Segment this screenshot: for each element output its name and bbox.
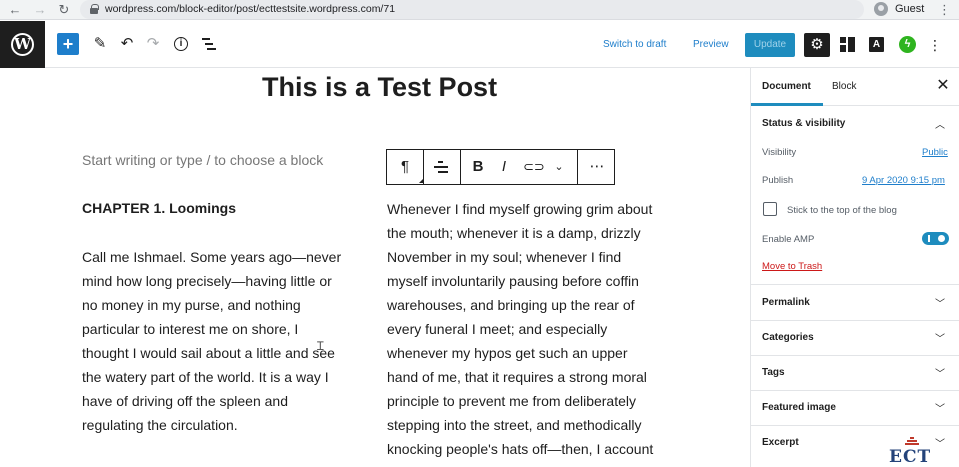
paragraph-line: particular to interest me on shore, I — [82, 321, 299, 337]
chevron-down-icon[interactable]: ﹀ — [934, 330, 946, 345]
panel-permalink[interactable]: Permalink — [762, 297, 810, 308]
settings-sidebar: Document Block ✕ Status & visibility ︿ V… — [750, 68, 959, 467]
link-icon[interactable]: ⊂⊃ — [523, 158, 545, 176]
section-divider — [751, 390, 959, 391]
sidebar-tabs: Document Block ✕ — [751, 68, 959, 106]
bold-button[interactable]: B — [470, 158, 486, 176]
visibility-label: Visibility — [762, 147, 797, 158]
paragraph-line: myself involuntarily pausing before coff… — [387, 273, 639, 289]
undo-icon[interactable]: ↶ — [116, 33, 138, 55]
wordpress-logo-button[interactable]: W — [0, 21, 45, 68]
browser-menu-icon[interactable]: ⋮ — [938, 1, 951, 19]
back-arrow-icon[interactable]: ← — [6, 1, 24, 19]
alignment-button[interactable] — [424, 150, 461, 184]
ect-logo-text: ECT — [889, 447, 932, 467]
amp-toggle[interactable] — [922, 232, 949, 245]
profile-avatar-icon — [874, 2, 888, 16]
sticky-checkbox[interactable] — [763, 202, 777, 216]
block-navigation-icon[interactable] — [202, 38, 216, 50]
paragraph-line: thought I would sail about a little and … — [82, 345, 335, 361]
settings-gear-icon[interactable]: ⚙ — [804, 33, 830, 57]
block-placeholder[interactable]: Start writing or type / to choose a bloc… — [82, 152, 323, 168]
panel-categories[interactable]: Categories — [762, 332, 814, 343]
browser-bar: ← → ↻ wordpress.com/block-editor/post/ec… — [0, 0, 959, 20]
close-icon[interactable]: ✕ — [936, 78, 950, 94]
align-text-icon — [434, 158, 450, 176]
wordpress-logo-icon: W — [11, 33, 34, 56]
block-toolbar: ¶ B I ⊂⊃ ⌄ ⋯ — [386, 149, 615, 185]
paragraph-block-right[interactable]: Whenever I find myself growing grim abou… — [387, 197, 653, 461]
preview-button[interactable]: Preview — [693, 39, 729, 50]
add-block-button[interactable]: + — [57, 33, 79, 55]
panel-tags[interactable]: Tags — [762, 367, 785, 378]
publish-date-link[interactable]: 9 Apr 2020 9:15 pm — [862, 175, 945, 186]
reload-icon[interactable]: ↻ — [55, 1, 73, 19]
paragraph-line: mind how long precisely—having little or — [82, 273, 332, 289]
publish-label: Publish — [762, 175, 794, 186]
chevron-down-icon[interactable]: ﹀ — [934, 295, 946, 310]
section-divider — [751, 425, 959, 426]
paragraph-line: no money in my purse, and nothing — [82, 297, 301, 313]
profile-button[interactable]: Guest — [872, 1, 932, 18]
active-tab-indicator — [751, 103, 823, 106]
paragraph-line: the watery part of the world. It is a wa… — [82, 369, 329, 385]
paragraph-line: November in my soul; whenever I find — [387, 249, 622, 265]
paragraph-block-left[interactable]: Call me Ishmael. Some years ago—never mi… — [82, 245, 341, 437]
panel-excerpt[interactable]: Excerpt — [762, 437, 799, 448]
url-text: wordpress.com/block-editor/post/ecttests… — [105, 3, 396, 15]
switch-to-draft-button[interactable]: Switch to draft — [603, 39, 666, 50]
paragraph-line: whenever my hypos get such an upper — [387, 345, 628, 361]
chapter-heading[interactable]: CHAPTER 1. Loomings — [82, 200, 236, 216]
paragraph-line: regulating the circulation. — [82, 417, 238, 433]
paragraph-line: principle to prevent me from deliberatel… — [387, 393, 637, 409]
amp-label: Enable AMP — [762, 234, 815, 245]
amp-a-icon[interactable]: A — [869, 37, 884, 52]
status-visibility-heading[interactable]: Status & visibility — [762, 118, 845, 129]
block-type-switcher[interactable]: ¶ — [387, 150, 424, 184]
forward-arrow-icon[interactable]: → — [31, 1, 49, 19]
editor-header: W + ✎ ↶ ↷ i Switch to draft Preview Upda… — [0, 21, 959, 68]
tab-document[interactable]: Document — [762, 81, 811, 92]
paragraph-line: hand of me, that it requires a strong mo… — [387, 369, 647, 385]
tab-block[interactable]: Block — [832, 81, 856, 92]
move-to-trash-link[interactable]: Move to Trash — [762, 261, 822, 272]
more-options-icon[interactable]: ⋮ — [928, 35, 942, 55]
panel-featured-image[interactable]: Featured image — [762, 402, 836, 413]
paragraph-icon: ¶ — [400, 158, 410, 175]
paragraph-line: Call me Ishmael. Some years ago—never — [82, 249, 342, 265]
info-icon[interactable]: i — [174, 37, 188, 51]
chevron-down-icon[interactable]: ﹀ — [934, 365, 946, 380]
redo-icon[interactable]: ↷ — [142, 33, 164, 55]
jetpack-icon[interactable]: ϟ — [899, 36, 916, 53]
paragraph-line: stepping into the street, and methodical… — [387, 417, 642, 433]
visibility-link[interactable]: Public — [922, 147, 948, 158]
paragraph-line: every funeral I meet; and especially — [387, 321, 608, 337]
lock-icon — [90, 4, 99, 14]
ect-logo-mark-icon — [905, 437, 919, 447]
more-options-button[interactable]: ⋯ — [587, 158, 607, 176]
chevron-down-icon[interactable]: ⌄ — [551, 158, 567, 176]
section-divider — [751, 355, 959, 356]
edit-tools-icon[interactable]: ✎ — [89, 33, 111, 55]
address-bar[interactable]: wordpress.com/block-editor/post/ecttests… — [80, 0, 864, 19]
paragraph-line: Whenever I find myself growing grim abou… — [387, 201, 653, 217]
chevron-up-icon[interactable]: ︿ — [934, 116, 946, 131]
paragraph-line: the mouth; whenever it is a damp, drizzl… — [387, 225, 641, 241]
paragraph-line: have of driving off the spleen and — [82, 393, 289, 409]
text-cursor-icon: Ɪ — [317, 339, 324, 353]
profile-label: Guest — [895, 3, 925, 15]
paragraph-line: knocking people's hats off—then, I accou… — [387, 441, 654, 457]
paragraph-line: warehouses, and bringing up the rear of — [387, 297, 635, 313]
italic-button[interactable]: I — [497, 158, 511, 176]
section-divider — [751, 320, 959, 321]
chevron-down-icon[interactable]: ﹀ — [934, 400, 946, 415]
post-title[interactable]: This is a Test Post — [262, 72, 497, 103]
ect-watermark-logo: ECT — [886, 437, 946, 467]
layout-grid-icon[interactable] — [840, 37, 855, 52]
update-button[interactable]: Update — [745, 33, 795, 57]
section-divider — [751, 284, 959, 285]
toolbar-divider — [577, 150, 578, 184]
sticky-label: Stick to the top of the blog — [787, 205, 897, 216]
